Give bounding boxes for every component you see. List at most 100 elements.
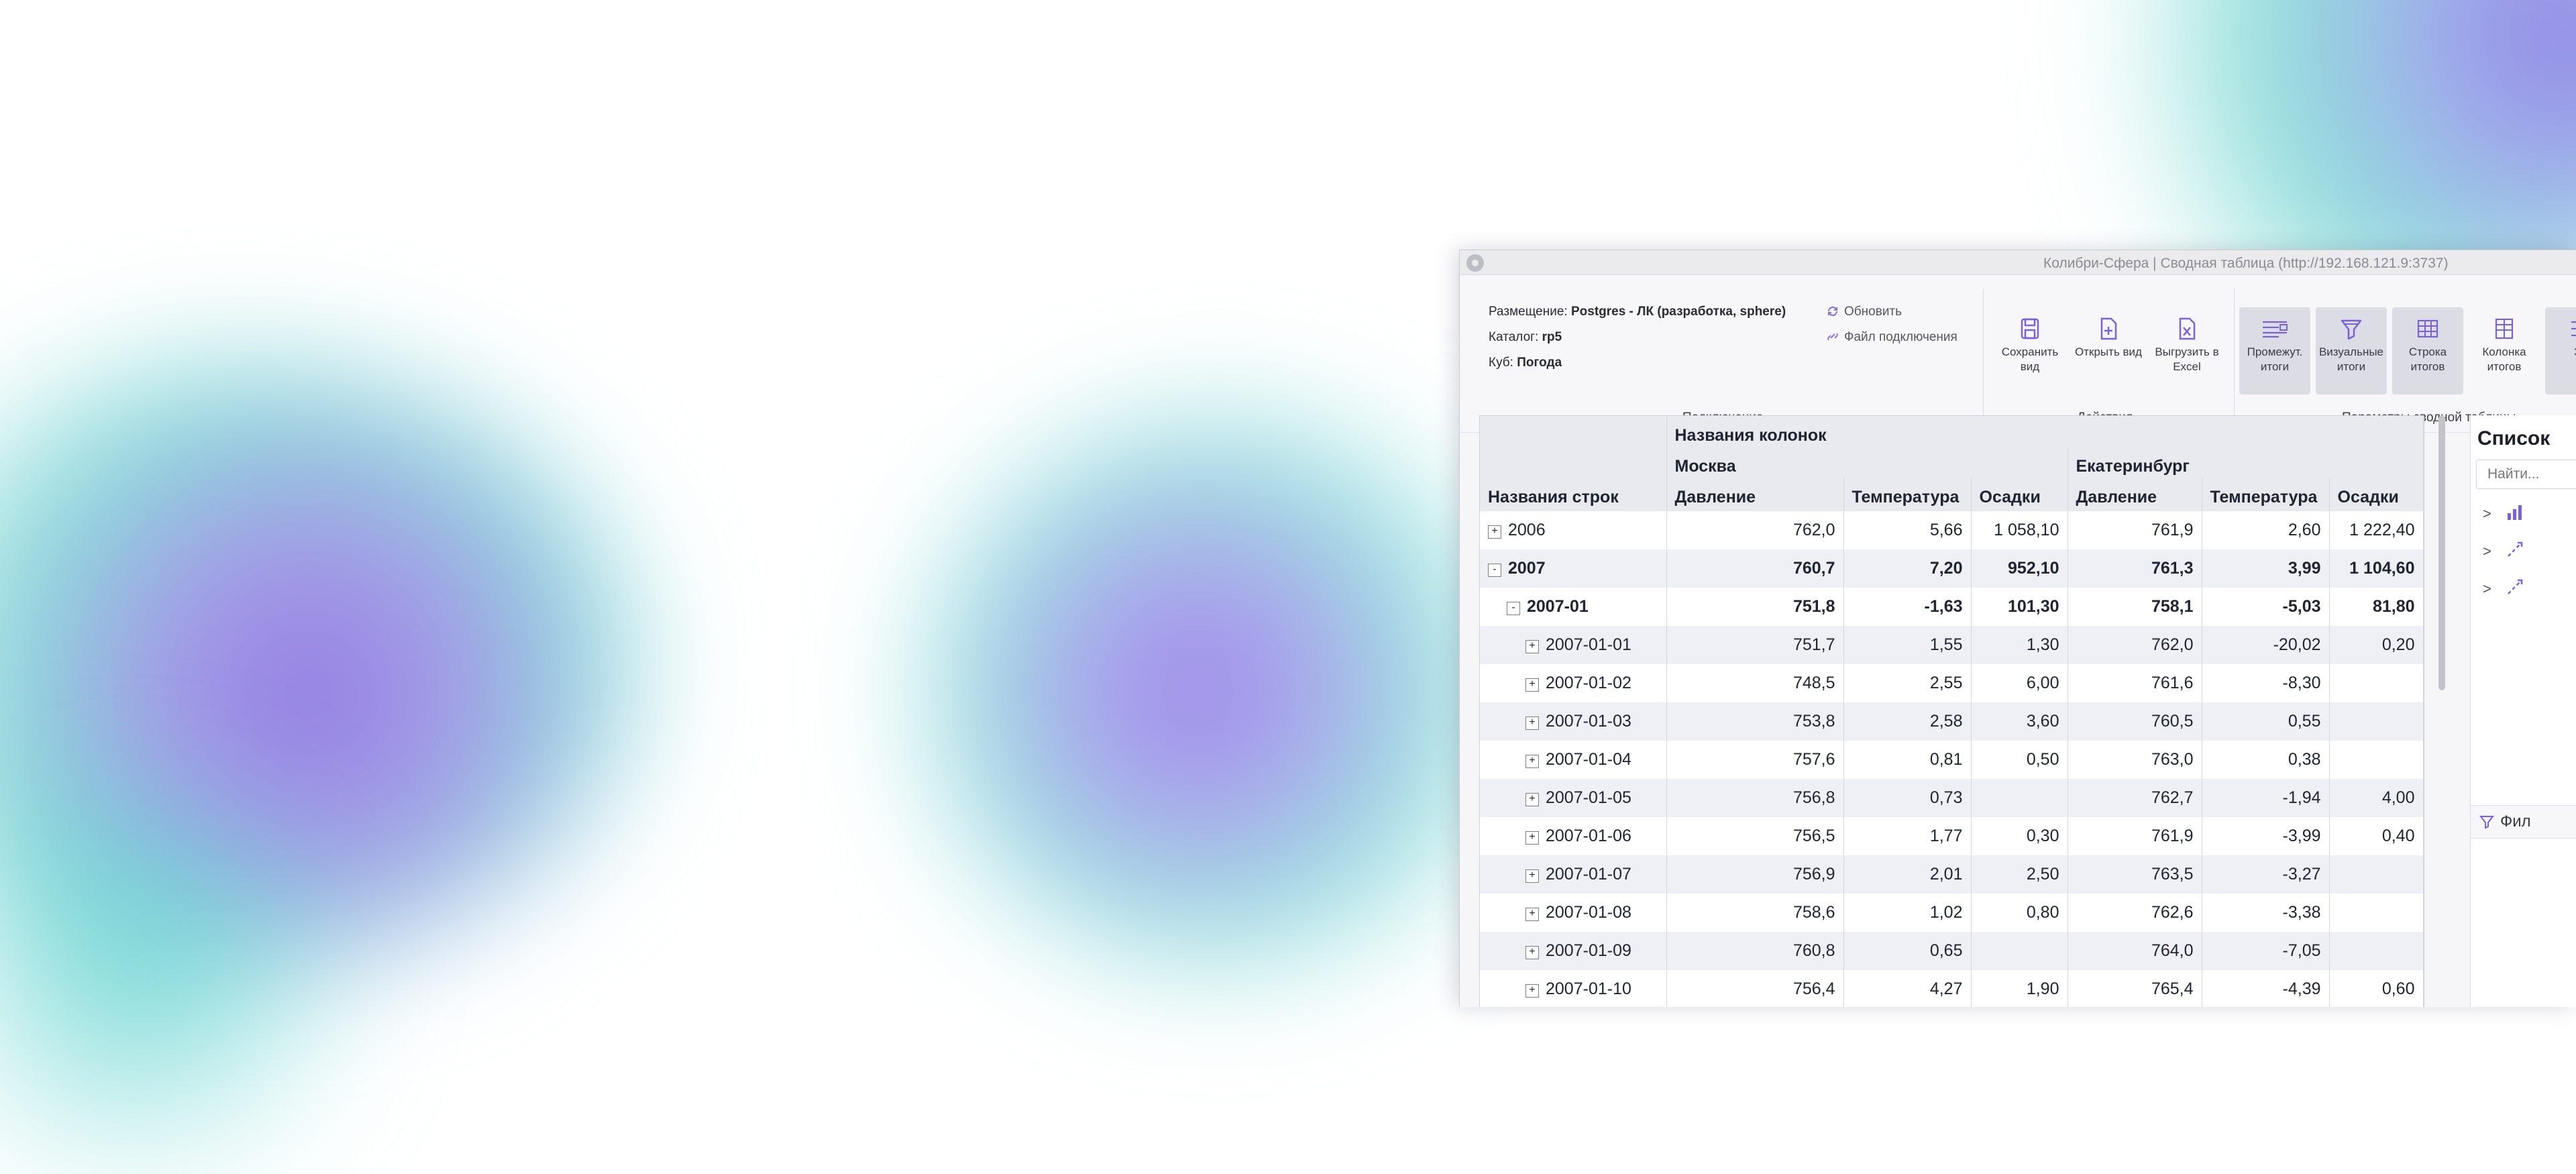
value-cell[interactable]: 762,6 xyxy=(2068,894,2202,932)
value-cell[interactable]: 756,4 xyxy=(1666,970,1844,1007)
chevron-right-icon[interactable]: > xyxy=(2483,505,2491,523)
value-cell[interactable]: 758,6 xyxy=(1666,894,1844,932)
value-cell[interactable]: -3,38 xyxy=(2202,894,2330,932)
value-cell[interactable]: 6,00 xyxy=(1971,664,2068,702)
field-group-dimension[interactable]: > xyxy=(2483,576,2576,603)
value-cell[interactable]: 952,10 xyxy=(1971,549,2068,588)
expand-icon[interactable]: + xyxy=(1525,755,1539,768)
value-cell[interactable]: 4,00 xyxy=(2329,779,2424,817)
value-cell[interactable]: 0,50 xyxy=(1971,741,2068,779)
expand-icon[interactable]: + xyxy=(1525,908,1539,921)
connection-file-button[interactable]: Файл подключения xyxy=(1825,330,1957,345)
value-cell[interactable]: 1,90 xyxy=(1971,970,2068,1007)
value-cell[interactable]: 756,8 xyxy=(1666,779,1844,817)
value-cell[interactable]: -20,02 xyxy=(2202,626,2330,664)
expand-icon[interactable]: + xyxy=(1525,869,1539,883)
expand-icon[interactable]: + xyxy=(1525,640,1539,653)
field-search-input[interactable] xyxy=(2486,466,2576,483)
value-cell[interactable]: 2,58 xyxy=(1843,702,1972,741)
value-cell[interactable]: 0,30 xyxy=(1971,817,2068,855)
value-cell[interactable] xyxy=(2329,702,2424,741)
vertical-scrollbar[interactable] xyxy=(2438,415,2445,690)
column-totals-toggle[interactable]: Колонка итогов xyxy=(2469,307,2540,394)
city-header[interactable]: Москва xyxy=(1666,447,2068,478)
value-cell[interactable] xyxy=(2329,855,2424,894)
expand-icon[interactable]: + xyxy=(1525,946,1539,959)
value-cell[interactable]: 0,20 xyxy=(2329,626,2424,664)
expand-icon[interactable]: + xyxy=(1525,716,1539,730)
value-cell[interactable]: 761,9 xyxy=(2068,817,2202,855)
value-cell[interactable]: 762,7 xyxy=(2068,779,2202,817)
value-cell[interactable]: 748,5 xyxy=(1666,664,1844,702)
value-cell[interactable]: -8,30 xyxy=(2202,664,2330,702)
value-cell[interactable]: 2,55 xyxy=(1843,664,1972,702)
value-cell[interactable]: 764,0 xyxy=(2068,932,2202,970)
value-cell[interactable]: 765,4 xyxy=(2068,970,2202,1007)
value-cell[interactable]: 2,50 xyxy=(1971,855,2068,894)
expand-icon[interactable]: + xyxy=(1525,984,1539,998)
row-totals-toggle[interactable]: Строка итогов xyxy=(2392,307,2463,394)
chevron-right-icon[interactable]: > xyxy=(2483,543,2491,560)
value-cell[interactable]: 762,0 xyxy=(2068,626,2202,664)
expand-icon[interactable]: + xyxy=(1525,831,1539,845)
value-cell[interactable]: 2,60 xyxy=(2202,511,2330,549)
value-cell[interactable]: -1,63 xyxy=(1843,588,1972,626)
value-cell[interactable]: 1,02 xyxy=(1843,894,1972,932)
value-cell[interactable]: -4,39 xyxy=(2202,970,2330,1007)
expand-icon[interactable]: + xyxy=(1525,678,1539,692)
value-cell[interactable]: 1 058,10 xyxy=(1971,511,2068,549)
value-cell[interactable]: 753,8 xyxy=(1666,702,1844,741)
value-cell[interactable]: 0,60 xyxy=(2329,970,2424,1007)
value-cell[interactable]: 760,7 xyxy=(1666,549,1844,588)
expand-icon[interactable]: + xyxy=(1488,525,1501,539)
value-cell[interactable]: 0,80 xyxy=(1971,894,2068,932)
open-view-button[interactable]: Открыть вид xyxy=(2073,307,2144,394)
visual-totals-toggle[interactable]: Визуальные итоги xyxy=(2316,307,2387,394)
value-cell[interactable] xyxy=(2329,932,2424,970)
value-cell[interactable]: -1,94 xyxy=(2202,779,2330,817)
value-cell[interactable]: 0,40 xyxy=(2329,817,2424,855)
value-cell[interactable]: 2,01 xyxy=(1843,855,1972,894)
value-cell[interactable]: 758,1 xyxy=(2068,588,2202,626)
value-cell[interactable]: 1 104,60 xyxy=(2329,549,2424,588)
value-cell[interactable]: 7,20 xyxy=(1843,549,1972,588)
chevron-right-icon[interactable]: > xyxy=(2483,580,2491,598)
value-cell[interactable] xyxy=(1971,779,2068,817)
value-cell[interactable]: 756,5 xyxy=(1666,817,1844,855)
subtotals-toggle[interactable]: Промежут. итоги xyxy=(2239,307,2310,394)
value-cell[interactable] xyxy=(2329,664,2424,702)
value-cell[interactable]: -7,05 xyxy=(2202,932,2330,970)
collapse-icon[interactable]: - xyxy=(1507,602,1520,615)
value-cell[interactable]: 0,81 xyxy=(1843,741,1972,779)
value-cell[interactable]: 1,55 xyxy=(1843,626,1972,664)
value-cell[interactable]: 0,38 xyxy=(2202,741,2330,779)
value-cell[interactable]: 1 222,40 xyxy=(2329,511,2424,549)
value-cell[interactable]: 756,9 xyxy=(1666,855,1844,894)
value-cell[interactable]: 4,27 xyxy=(1843,970,1972,1007)
value-cell[interactable]: 1,77 xyxy=(1843,817,1972,855)
value-cell[interactable]: 760,8 xyxy=(1666,932,1844,970)
value-cell[interactable]: 761,9 xyxy=(2068,511,2202,549)
value-cell[interactable]: 0,55 xyxy=(2202,702,2330,741)
value-cell[interactable]: 0,73 xyxy=(1843,779,1972,817)
export-excel-button[interactable]: Выгрузить в Excel xyxy=(2151,307,2222,394)
save-view-button[interactable]: Сохранить вид xyxy=(1994,307,2065,394)
value-cell[interactable]: 751,8 xyxy=(1666,588,1844,626)
value-cell[interactable] xyxy=(2329,741,2424,779)
title-bar[interactable]: Колибри-Сфера | Сводная таблица (http://… xyxy=(1460,250,2576,275)
field-group-dimension[interactable]: > xyxy=(2483,539,2576,566)
value-cell[interactable]: 81,80 xyxy=(2329,588,2424,626)
value-cell[interactable]: 762,0 xyxy=(1666,511,1844,549)
field-search-box[interactable] xyxy=(2476,460,2576,489)
value-cell[interactable]: -5,03 xyxy=(2202,588,2330,626)
value-cell[interactable]: 3,99 xyxy=(2202,549,2330,588)
value-cell[interactable] xyxy=(1971,932,2068,970)
value-cell[interactable]: 751,7 xyxy=(1666,626,1844,664)
filters-section[interactable]: Фил xyxy=(2471,805,2576,839)
city-header[interactable]: Екатеринбург xyxy=(2068,447,2424,478)
refresh-button[interactable]: Обновить xyxy=(1825,305,1902,319)
value-cell[interactable]: 101,30 xyxy=(1971,588,2068,626)
value-cell[interactable] xyxy=(2329,894,2424,932)
collapse-icon[interactable]: - xyxy=(1488,564,1501,577)
value-cell[interactable]: 761,6 xyxy=(2068,664,2202,702)
